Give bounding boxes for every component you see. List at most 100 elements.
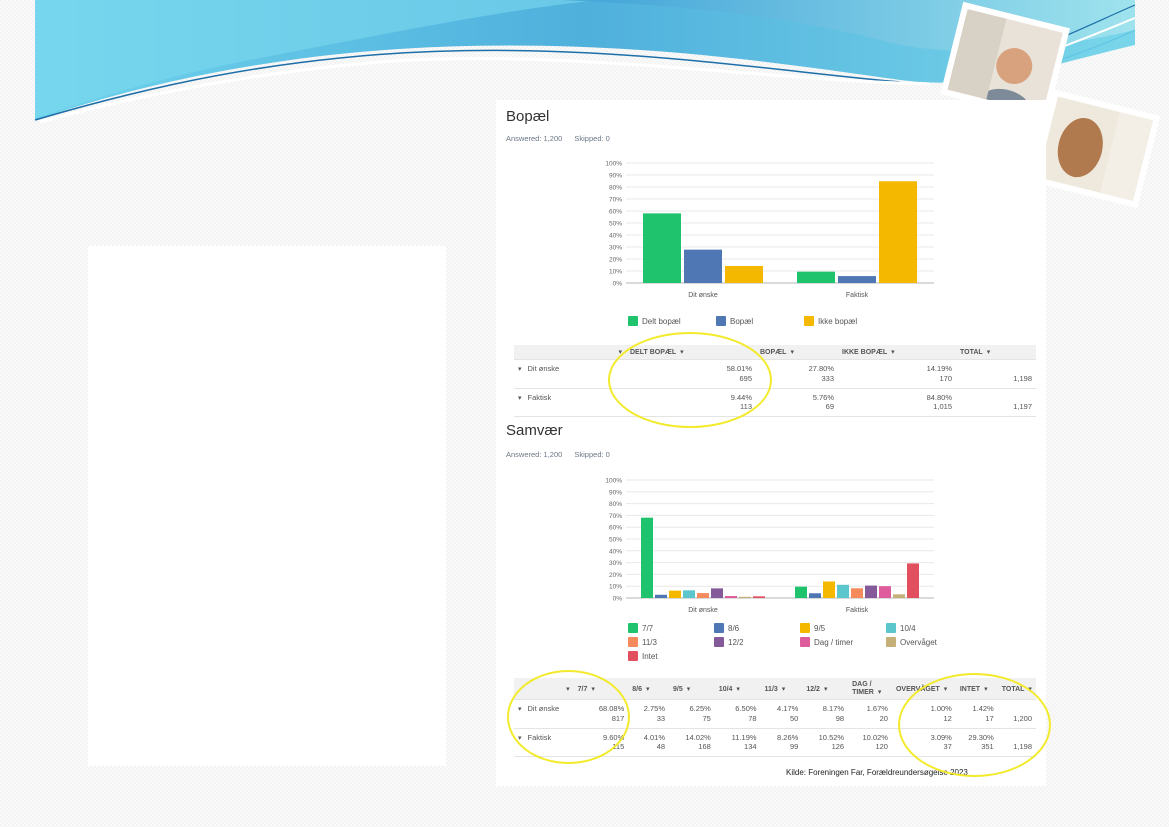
legend-item[interactable]: 10/4: [886, 623, 958, 633]
sort-caret-icon[interactable]: ▾: [736, 686, 740, 693]
sort-caret-icon[interactable]: ▾: [984, 686, 988, 693]
cell-count: 48: [656, 742, 666, 752]
legend-swatch: [886, 623, 896, 633]
column-header-label: 9/5: [673, 685, 683, 693]
legend-item[interactable]: 7/7: [628, 623, 700, 633]
table-cell: 1.00% 12: [891, 699, 956, 729]
cell-count: 50: [789, 713, 799, 723]
cell-count: 33: [656, 713, 666, 723]
column-header-label: 7/7: [577, 685, 588, 693]
legend-label: 9/5: [814, 623, 826, 633]
bar[interactable]: [851, 588, 863, 598]
row-label[interactable]: ▾ Dit ønske: [514, 699, 574, 729]
cell-count: 351: [981, 742, 994, 752]
column-header-label: OVERVÅGET: [895, 685, 940, 693]
source-caption: Kilde: Foreningen Far, Forældreundersøge…: [786, 768, 968, 777]
cell-percent: 4.01%: [643, 732, 666, 742]
bar[interactable]: [865, 585, 877, 598]
legend-swatch: [628, 651, 638, 661]
expand-caret-icon[interactable]: ▾: [518, 706, 522, 713]
column-header-label: TOTAL: [1001, 685, 1025, 693]
cell-count: 115: [612, 742, 625, 752]
legend-swatch: [714, 637, 724, 647]
row-label[interactable]: ▾ Faktisk: [514, 728, 574, 757]
samvaer-data-table: ▾ 7/7 ▾ 8/6 ▾ 9/5 ▾ 10/4 ▾ 11/3 ▾ 12/2 ▾ DAG / TIMER ▾…: [514, 678, 1036, 757]
cell-percent: 10.02%: [862, 732, 888, 742]
legend-label: 12/2: [728, 637, 744, 647]
y-tick-label: 100%: [605, 478, 622, 485]
sort-caret-icon[interactable]: ▾: [824, 686, 828, 693]
column-header[interactable]: 11/3 ▾: [760, 678, 803, 700]
table-cell: 9.60% 115: [573, 728, 629, 757]
cell-count: 78: [748, 713, 757, 723]
legend-swatch: [886, 637, 896, 647]
bar[interactable]: [753, 596, 765, 598]
column-header[interactable]: 10/4 ▾: [714, 678, 761, 700]
legend-item[interactable]: 9/5: [800, 623, 872, 633]
row-label-text: Faktisk: [527, 732, 552, 742]
bar[interactable]: [893, 594, 905, 598]
legend-item[interactable]: 12/2: [714, 637, 786, 647]
sort-caret-icon[interactable]: ▾: [944, 686, 948, 693]
sort-caret-icon[interactable]: ▾: [566, 686, 570, 693]
x-category-label: Faktisk: [846, 607, 869, 614]
cell-percent: 14.02%: [685, 732, 711, 742]
sort-caret-icon[interactable]: ▾: [1028, 686, 1032, 693]
cell-count: 99: [789, 742, 799, 752]
bar[interactable]: [669, 590, 681, 598]
row-total: 1,200: [997, 699, 1036, 729]
bar[interactable]: [725, 596, 737, 598]
legend-swatch: [800, 623, 810, 633]
bar[interactable]: [655, 594, 667, 598]
expand-caret-icon[interactable]: ▾: [518, 735, 522, 742]
y-tick-label: 30%: [609, 560, 622, 567]
column-header[interactable]: 8/6 ▾: [628, 678, 670, 700]
legend-item[interactable]: 8/6: [714, 623, 786, 633]
sort-caret-icon[interactable]: ▾: [782, 686, 786, 693]
legend-item[interactable]: Intet: [628, 651, 700, 661]
table-cell: 29.30% 351: [955, 728, 998, 757]
bar[interactable]: [795, 586, 807, 598]
bar[interactable]: [823, 581, 835, 598]
column-header-blank[interactable]: ▾: [514, 678, 574, 700]
cell-percent: 9.60%: [602, 732, 625, 742]
column-header[interactable]: 7/7 ▾: [573, 678, 629, 700]
sort-caret-icon[interactable]: ▾: [687, 686, 691, 693]
bar[interactable]: [907, 563, 919, 598]
y-tick-label: 90%: [609, 489, 622, 496]
legend-item[interactable]: Dag / timer: [800, 637, 872, 647]
legend-item[interactable]: 11/3: [628, 637, 700, 647]
sort-caret-icon[interactable]: ▾: [646, 686, 650, 693]
legend-label: 7/7: [642, 623, 654, 633]
column-header[interactable]: TOTAL ▾: [997, 678, 1036, 700]
survey-results-panel: Bopæl Answered: 1,200 Skipped: 0 0% 10% 20…: [496, 100, 1046, 786]
column-header[interactable]: OVERVÅGET ▾: [891, 678, 956, 700]
cell-percent: 6.50%: [735, 704, 757, 713]
table-cell: 14.02% 168: [669, 728, 715, 757]
bar[interactable]: [711, 588, 723, 598]
cell-count: 37: [943, 742, 952, 752]
cell-count: 126: [831, 742, 845, 752]
table-cell: 68.08% 817: [573, 699, 629, 729]
sort-caret-icon[interactable]: ▾: [591, 686, 595, 693]
legend-label: 10/4: [900, 623, 916, 633]
column-header[interactable]: INTET ▾: [955, 678, 998, 700]
y-tick-label: 10%: [609, 584, 622, 591]
samvaer-legend: 7/7 8/6 9/5 10/4 11/3 12/2 Dag / timer Overvåge…: [628, 623, 958, 661]
column-header[interactable]: 12/2 ▾: [802, 678, 849, 700]
bar[interactable]: [837, 584, 849, 598]
bar[interactable]: [879, 586, 891, 598]
bar[interactable]: [697, 593, 709, 598]
legend-item[interactable]: Overvåget: [886, 637, 958, 647]
bar[interactable]: [683, 590, 695, 598]
cell-count: 134: [744, 742, 757, 752]
bar[interactable]: [809, 593, 821, 598]
column-header[interactable]: DAG / TIMER ▾: [848, 678, 892, 700]
bar[interactable]: [641, 517, 653, 598]
column-header[interactable]: 9/5 ▾: [669, 678, 715, 700]
sort-caret-icon[interactable]: ▾: [878, 689, 882, 696]
cell-percent: 1.42%: [972, 704, 994, 713]
bar[interactable]: [739, 596, 751, 598]
cell-count: 20: [879, 713, 888, 723]
table-cell: 1.67% 20: [848, 699, 892, 729]
